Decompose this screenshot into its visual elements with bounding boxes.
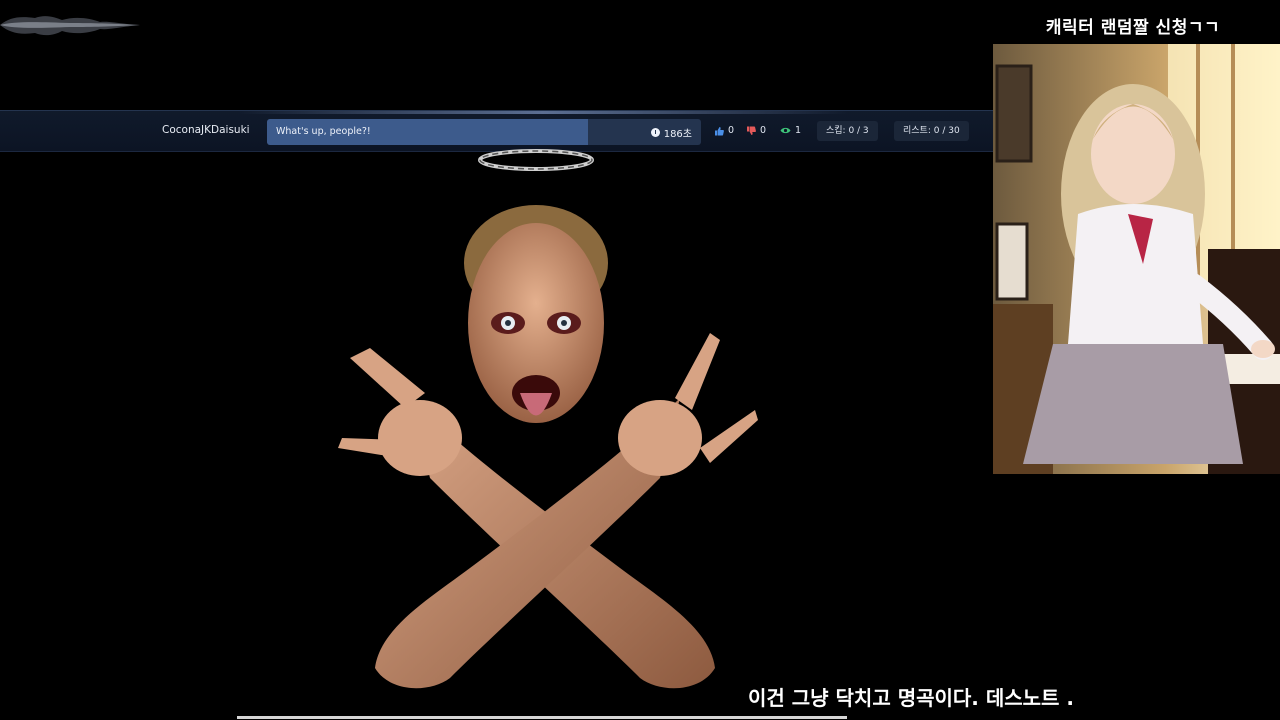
audio-waveform bbox=[0, 16, 140, 36]
dislike-count[interactable]: 0 bbox=[746, 125, 766, 136]
video-artwork bbox=[338, 149, 758, 689]
remaining-time: 186초 bbox=[650, 125, 692, 140]
side-panel-title: 캐릭터 랜덤짤 신청ㄱㄱ bbox=[1045, 18, 1221, 38]
list-counter[interactable]: 리스트: 0 / 30 bbox=[894, 121, 969, 141]
halo-image bbox=[478, 149, 594, 171]
remaining-time-label: 186초 bbox=[663, 129, 692, 140]
video-progress-line bbox=[237, 716, 847, 719]
like-count-label: 0 bbox=[728, 125, 735, 136]
skip-counter[interactable]: 스킵: 0 / 3 bbox=[817, 121, 878, 141]
track-progress-bar[interactable]: What's up, people?! 186초 bbox=[267, 119, 701, 145]
thumbs-down-icon bbox=[747, 126, 756, 135]
track-title: What's up, people?! bbox=[276, 126, 371, 137]
dislike-count-label: 0 bbox=[760, 125, 767, 136]
player-info-bar: CoconaJKDaisuki What's up, people?! 186초… bbox=[0, 110, 993, 152]
right-hand bbox=[618, 333, 758, 476]
clock-icon bbox=[650, 128, 660, 137]
eye-icon bbox=[780, 127, 791, 134]
character-image bbox=[993, 44, 1280, 474]
requester-username[interactable]: CoconaJKDaisuki bbox=[162, 124, 250, 136]
bar-gloss bbox=[238, 111, 848, 114]
face-image bbox=[464, 205, 608, 423]
thumbs-up-icon bbox=[715, 126, 724, 135]
left-hand bbox=[338, 348, 462, 476]
subtitle-caption: 이건 그냥 닥치고 명곡이다. 데스노트 . bbox=[748, 686, 1075, 710]
viewer-count-label: 1 bbox=[795, 125, 802, 136]
viewer-count: 1 bbox=[780, 125, 801, 136]
like-count[interactable]: 0 bbox=[714, 125, 734, 136]
